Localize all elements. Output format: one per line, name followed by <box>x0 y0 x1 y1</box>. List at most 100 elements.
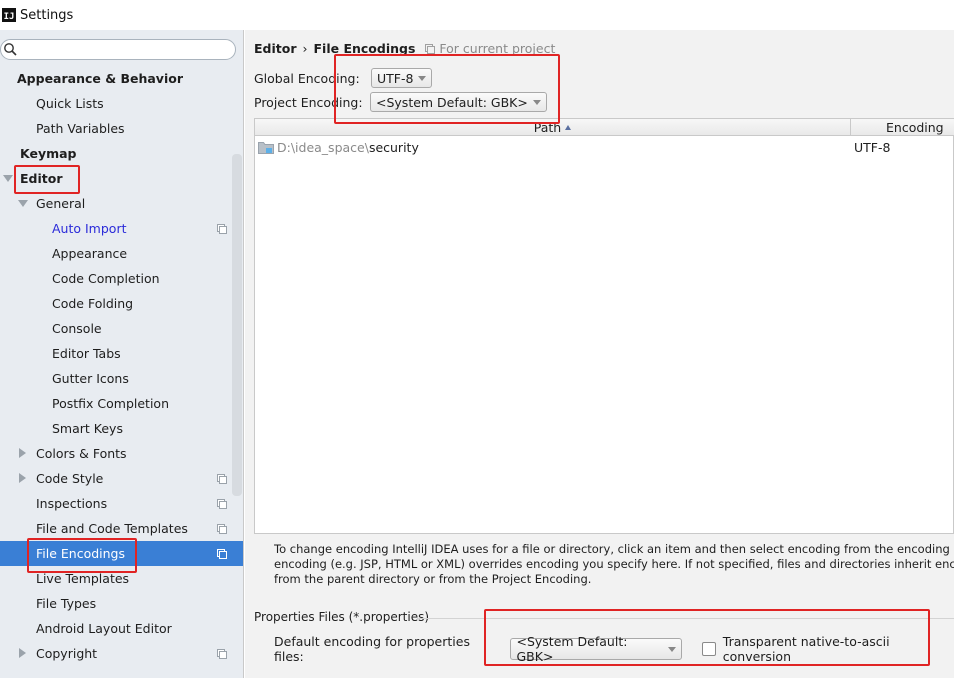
file-encodings-panel: Editor › File Encodings For current proj… <box>245 30 954 678</box>
properties-encoding-select[interactable]: <System Default: GBK> <box>510 634 683 664</box>
table-header: Path Encoding <box>255 119 954 136</box>
help-text: To change encoding IntelliJ IDEA uses fo… <box>274 542 954 587</box>
sidebar-item-appearance-behavior[interactable]: Appearance & Behavior <box>0 66 243 91</box>
project-scope-icon <box>217 474 227 484</box>
sidebar-item-code-completion[interactable]: Code Completion <box>0 266 243 291</box>
column-header-label: Path <box>533 120 562 135</box>
column-header-encoding[interactable]: Encoding <box>852 119 954 136</box>
sidebar-item-code-style[interactable]: Code Style <box>0 466 243 491</box>
properties-encoding-value: <System Default: GBK> <box>516 634 628 664</box>
table-row[interactable]: D:\idea_space\security UTF-8 <box>255 137 954 157</box>
global-encoding-label: Global Encoding: <box>254 70 360 86</box>
settings-search-input[interactable] <box>0 39 236 60</box>
expand-arrow-down-icon[interactable] <box>3 175 13 182</box>
help-line: To change encoding IntelliJ IDEA uses fo… <box>274 542 954 556</box>
sidebar-scrollbar[interactable] <box>232 154 242 496</box>
project-encoding-select[interactable]: <System Default: GBK> <box>370 92 547 112</box>
sidebar-item-gutter-icons[interactable]: Gutter Icons <box>0 366 243 391</box>
sidebar-item-label: Editor Tabs <box>52 346 121 361</box>
column-header-path[interactable]: Path <box>255 119 851 136</box>
sidebar-item-console[interactable]: Console <box>0 316 243 341</box>
sidebar-item-label: File and Code Templates <box>36 521 188 536</box>
scope-note: For current project <box>425 41 555 56</box>
sidebar-item-label: Live Templates <box>36 571 130 586</box>
project-scope-icon <box>217 649 227 659</box>
sidebar-item-live-templates[interactable]: Live Templates <box>0 566 243 591</box>
path-prefix: D:\idea_space\ <box>277 140 369 155</box>
sidebar-item-label: Keymap <box>20 146 77 161</box>
sidebar-item-file-types[interactable]: File Types <box>0 591 243 616</box>
sidebar-item-label: Editor <box>20 171 63 186</box>
page-title: File Encodings <box>313 41 416 56</box>
sidebar-item-label: Copyright <box>36 646 98 661</box>
breadcrumb: Editor › File Encodings For current proj… <box>254 41 555 56</box>
expand-arrow-right-icon[interactable] <box>19 448 26 458</box>
sidebar-item-path-variables[interactable]: Path Variables <box>0 116 243 141</box>
encoding-cell[interactable]: UTF-8 <box>854 140 890 155</box>
native-to-ascii-label: Transparent native-to-ascii conversion <box>722 634 890 664</box>
sidebar-item-general[interactable]: General <box>0 191 243 216</box>
sidebar-item-colors-fonts[interactable]: Colors & Fonts <box>0 441 243 466</box>
chevron-down-icon <box>532 99 541 105</box>
sidebar-item-label: Gutter Icons <box>52 371 129 386</box>
properties-encoding-label: Default encoding for properties files: <box>274 634 470 664</box>
native-to-ascii-option[interactable]: Transparent native-to-ascii conversion <box>702 634 954 664</box>
sidebar-item-quick-lists[interactable]: Quick Lists <box>0 91 243 116</box>
sidebar-item-file-encodings[interactable]: File Encodings <box>0 541 243 566</box>
project-scope-icon <box>217 549 227 559</box>
window-titlebar: IJ Settings <box>0 0 954 30</box>
global-encoding-value: UTF-8 <box>377 70 414 86</box>
sidebar-item-label: Colors & Fonts <box>36 446 127 461</box>
sidebar-item-label: Path Variables <box>36 121 125 136</box>
expand-arrow-down-icon[interactable] <box>18 200 28 207</box>
sidebar-item-android-layout-editor[interactable]: Android Layout Editor <box>0 616 243 641</box>
sidebar-item-label: Code Folding <box>52 296 134 311</box>
sidebar-item-auto-import[interactable]: Auto Import <box>0 216 243 241</box>
breadcrumb-separator: › <box>302 41 308 56</box>
sidebar-item-label: Android Layout Editor <box>36 621 172 636</box>
sidebar-item-file-code-templates[interactable]: File and Code Templates <box>0 516 243 541</box>
settings-sidebar: Appearance & Behavior Quick Lists Path V… <box>0 30 244 678</box>
sidebar-item-editor-tabs[interactable]: Editor Tabs <box>0 341 243 366</box>
project-encoding-row: Project Encoding: <System Default: GBK> <box>254 92 547 112</box>
encoding-table: Path Encoding D:\idea_space\security UTF… <box>254 118 954 534</box>
sidebar-item-label: Code Completion <box>52 271 160 286</box>
path-cell: D:\idea_space\security <box>277 140 419 155</box>
expand-arrow-right-icon[interactable] <box>19 648 26 658</box>
scope-note-text: For current project <box>439 41 556 56</box>
sidebar-item-label: Appearance & Behavior <box>17 71 183 86</box>
sidebar-item-postfix-completion[interactable]: Postfix Completion <box>0 391 243 416</box>
sidebar-item-label: Postfix Completion <box>52 396 169 411</box>
folder-icon <box>258 142 274 154</box>
intellij-app-icon: IJ <box>2 8 16 22</box>
project-scope-icon <box>217 524 227 534</box>
sidebar-item-keymap[interactable]: Keymap <box>0 141 243 166</box>
sidebar-item-inspections[interactable]: Inspections <box>0 491 243 516</box>
breadcrumb-parent: Editor <box>254 41 297 56</box>
native-to-ascii-checkbox[interactable] <box>702 642 716 656</box>
project-scope-icon <box>217 499 227 509</box>
sidebar-item-label: Auto Import <box>52 221 127 236</box>
sidebar-item-copyright[interactable]: Copyright <box>0 641 243 666</box>
expand-arrow-right-icon[interactable] <box>19 473 26 483</box>
help-line: from the parent directory or from the Pr… <box>274 572 592 586</box>
search-icon <box>4 43 17 56</box>
sidebar-item-label: Appearance <box>52 246 128 261</box>
sidebar-item-label: General <box>36 196 86 211</box>
sidebar-item-code-folding[interactable]: Code Folding <box>0 291 243 316</box>
window-title: Settings <box>20 7 74 23</box>
sidebar-item-editor[interactable]: Editor <box>0 166 243 191</box>
path-name: security <box>368 140 419 155</box>
project-scope-icon <box>217 224 227 234</box>
sidebar-item-smart-keys[interactable]: Smart Keys <box>0 416 243 441</box>
sidebar-item-label: Quick Lists <box>36 96 104 111</box>
sidebar-item-label: Code Style <box>36 471 104 486</box>
sidebar-item-label: File Types <box>36 596 97 611</box>
column-header-label: Encoding <box>886 120 944 135</box>
properties-section-title: Properties Files (*.properties) <box>254 610 430 624</box>
section-divider <box>417 618 954 619</box>
sidebar-item-appearance[interactable]: Appearance <box>0 241 243 266</box>
project-encoding-value: <System Default: GBK> <box>376 94 528 110</box>
help-line: encoding (e.g. JSP, HTML or XML) overrid… <box>274 557 954 571</box>
global-encoding-select[interactable]: UTF-8 <box>371 68 433 88</box>
